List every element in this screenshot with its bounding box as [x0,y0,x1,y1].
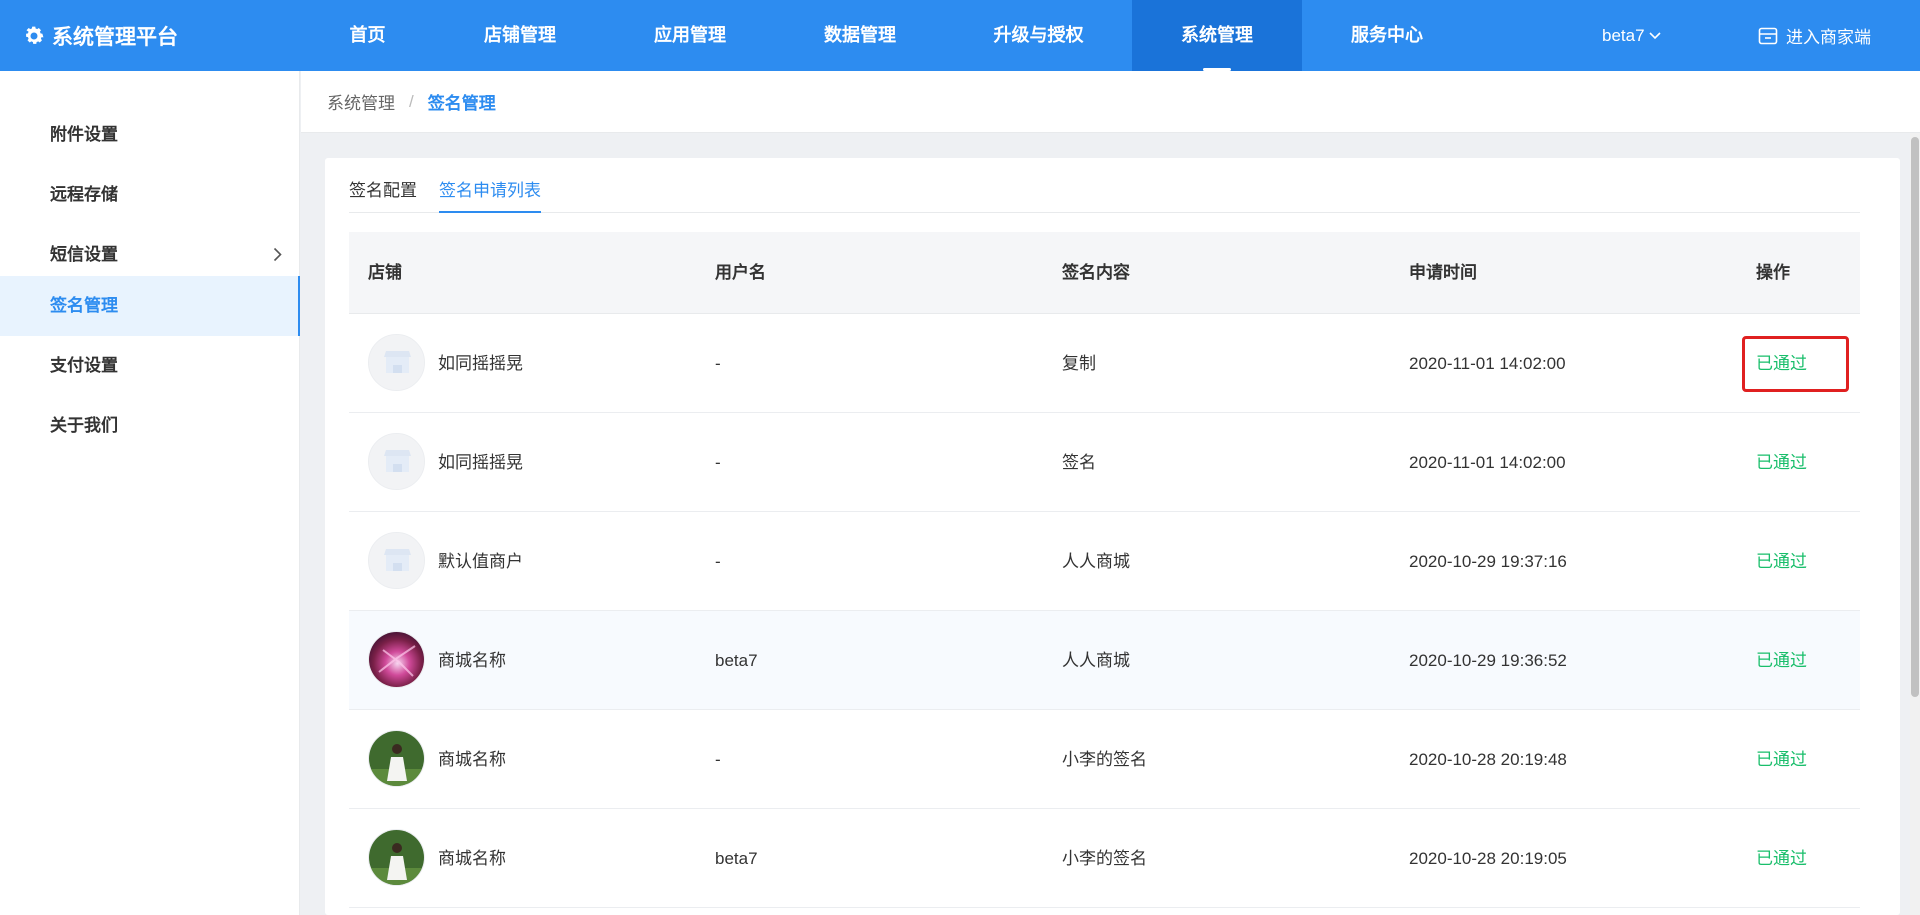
shop-name: 商城名称 [438,651,506,670]
table-row: 商城名称 beta7 小李的签名 2020-10-28 20:19:05 已通过 [349,809,1860,908]
status-approved[interactable]: 已通过 [1756,611,1807,710]
signature-cell: 小李的签名 [1062,849,1147,868]
shop-name: 商城名称 [438,750,506,769]
table-header: 店铺 用户名 签名内容 申请时间 操作 [349,232,1860,314]
scrollbar-thumb[interactable] [1911,137,1919,697]
breadcrumb-root[interactable]: 系统管理 [327,89,395,114]
enter-merchant-link[interactable]: 进入商家端 [1758,0,1871,71]
time-cell: 2020-10-28 20:19:48 [1409,750,1567,769]
time-cell: 2020-10-28 20:19:05 [1409,849,1567,868]
column-header-store: 店铺 [368,263,402,282]
person-photo-avatar [368,730,425,787]
chevron-right-icon [273,247,282,262]
tab-signature-config[interactable]: 签名配置 [349,176,417,213]
nav-service-center[interactable]: 服务中心 [1302,0,1472,71]
abstract-pink-avatar [368,631,425,688]
shop-name: 默认值商户 [438,552,523,571]
chevron-down-icon [1648,31,1661,39]
sidebar-item-signature-management[interactable]: 签名管理 [0,276,300,336]
sidebar-item-attachment-settings[interactable]: 附件设置 [0,105,300,165]
shop-name: 如同摇摇晃 [438,453,523,472]
username-cell: beta7 [715,651,758,670]
column-header-action: 操作 [1756,263,1790,282]
signature-cell: 复制 [1062,354,1096,373]
signature-cell: 人人商城 [1062,552,1130,571]
table-row: 商城名称 - 小李的签名 2020-10-28 20:19:48 已通过 [349,710,1860,809]
status-approved[interactable]: 已通过 [1756,710,1807,809]
signature-cell: 小李的签名 [1062,750,1147,769]
nav-upgrade-license[interactable]: 升级与授权 [945,0,1132,71]
time-cell: 2020-11-01 14:02:00 [1409,453,1566,472]
signature-cell: 人人商城 [1062,651,1130,670]
nav-system-management[interactable]: 系统管理 [1132,0,1302,71]
status-approved[interactable]: 已通过 [1756,413,1807,512]
gear-icon [26,26,44,44]
store-placeholder-icon [368,433,425,490]
user-name: beta7 [1602,25,1645,45]
status-approved[interactable]: 已通过 [1756,512,1807,611]
table-row: 商城名称 beta7 人人商城 2020-10-29 19:36:52 已通过 [349,611,1860,710]
tab-bar: 签名配置 签名申请列表 [349,158,1860,213]
table-row: 默认值商户 - 人人商城 2020-10-29 19:37:16 已通过 [349,512,1860,611]
merchant-link-label: 进入商家端 [1786,28,1871,47]
sidebar-item-payment-settings[interactable]: 支付设置 [0,336,300,396]
time-cell: 2020-11-01 14:02:00 [1409,354,1566,373]
nav-store-management[interactable]: 店铺管理 [435,0,605,71]
table-row: 如同摇摇晃 - 签名 2020-11-01 14:02:00 已通过 [349,413,1860,512]
sidebar-item-label: 短信设置 [50,245,118,264]
shop-name: 商城名称 [438,849,506,868]
sidebar-item-about-us[interactable]: 关于我们 [0,396,300,456]
sidebar: 附件设置 远程存储 短信设置 签名管理 支付设置 关于我们 [0,71,300,915]
sidebar-item-label: 关于我们 [50,416,118,435]
username-cell: - [715,750,721,769]
brand-title: 系统管理平台 [52,25,178,49]
store-placeholder-icon [368,334,425,391]
status-approved[interactable]: 已通过 [1756,314,1807,413]
column-header-time: 申请时间 [1409,263,1477,282]
username-cell: - [715,453,721,472]
sidebar-item-label: 签名管理 [50,296,118,315]
signature-request-table: 店铺 用户名 签名内容 申请时间 操作 如同摇摇晃 - 复制 2020-11-0… [349,232,1860,908]
sidebar-item-label: 远程存储 [50,185,118,204]
person-photo-avatar [368,829,425,886]
username-cell: - [715,552,721,571]
sidebar-item-label: 附件设置 [50,125,118,144]
top-header: 系统管理平台 首页 店铺管理 应用管理 数据管理 升级与授权 系统管理 服务中心… [0,0,1920,71]
username-cell: beta7 [715,849,758,868]
content-card: 签名配置 签名申请列表 店铺 用户名 签名内容 申请时间 操作 如同摇摇晃 - … [325,158,1900,915]
sidebar-item-label: 支付设置 [50,356,118,375]
breadcrumb-separator: / [409,91,414,111]
breadcrumb: 系统管理 / 签名管理 [301,71,1920,133]
breadcrumb-current: 签名管理 [427,94,496,113]
username-cell: - [715,354,721,373]
user-menu[interactable]: beta7 [1602,0,1661,71]
column-header-username: 用户名 [715,263,766,282]
nav-home[interactable]: 首页 [300,0,435,71]
brand[interactable]: 系统管理平台 [22,0,178,71]
time-cell: 2020-10-29 19:37:16 [1409,552,1567,571]
shop-name: 如同摇摇晃 [438,354,523,373]
signature-cell: 签名 [1062,453,1096,472]
column-header-signature: 签名内容 [1062,263,1130,282]
time-cell: 2020-10-29 19:36:52 [1409,651,1567,670]
status-approved[interactable]: 已通过 [1756,809,1807,908]
store-placeholder-icon [368,532,425,589]
store-icon [1758,27,1778,44]
table-row: 如同摇摇晃 - 复制 2020-11-01 14:02:00 已通过 [349,314,1860,413]
nav-app-management[interactable]: 应用管理 [605,0,775,71]
tab-signature-requests[interactable]: 签名申请列表 [439,176,541,213]
sidebar-item-remote-storage[interactable]: 远程存储 [0,165,300,225]
nav-data-management[interactable]: 数据管理 [775,0,945,71]
scrollbar[interactable] [1910,133,1920,915]
